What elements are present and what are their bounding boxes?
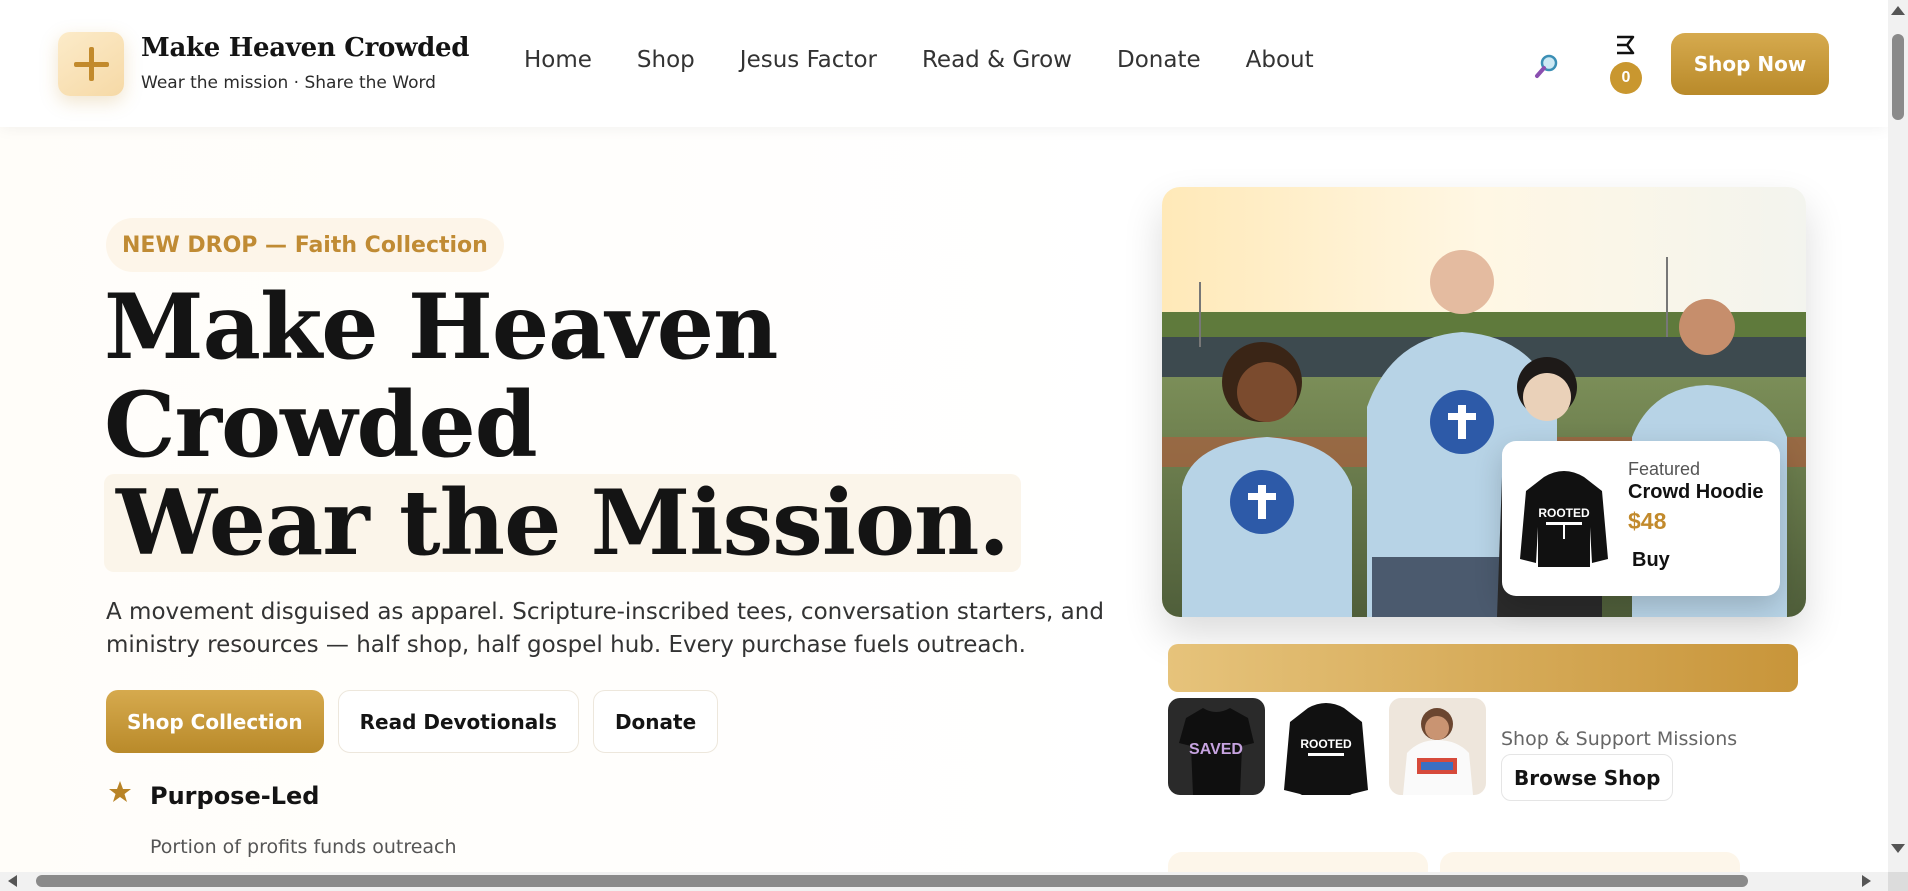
scrollbar-corner bbox=[1888, 872, 1908, 891]
product-thumb-saved[interactable]: SAVED bbox=[1168, 698, 1265, 795]
logo-cross-icon[interactable] bbox=[58, 32, 124, 96]
read-devotionals-button[interactable]: Read Devotionals bbox=[337, 690, 579, 753]
support-missions-label: Shop & Support Missions bbox=[1501, 728, 1738, 750]
hero-actions: Shop Collection Read Devotionals Donate bbox=[106, 690, 719, 753]
scroll-up-arrow-icon[interactable] bbox=[1891, 6, 1905, 15]
hero-title-line-1: Make Heaven bbox=[104, 274, 779, 380]
featured-product-card[interactable]: ROOTED Featured Crowd Hoodie $48 Buy bbox=[1502, 441, 1780, 596]
featured-product-price: $48 bbox=[1628, 508, 1667, 534]
hoodie-image: ROOTED bbox=[1520, 471, 1608, 567]
search-icon[interactable] bbox=[1533, 52, 1561, 80]
hoodie-print: ROOTED bbox=[1538, 506, 1590, 520]
scroll-right-arrow-icon[interactable] bbox=[1862, 875, 1871, 887]
feature-title: Purpose-Led bbox=[150, 782, 320, 810]
star-icon bbox=[109, 781, 131, 802]
scroll-left-arrow-icon[interactable] bbox=[8, 875, 17, 887]
nav-about[interactable]: About bbox=[1246, 47, 1314, 73]
brand-tagline: Wear the mission · Share the Word bbox=[141, 73, 436, 93]
hero-description: A movement disguised as apparel. Scriptu… bbox=[106, 596, 1106, 662]
site-header: Make Heaven Crowded Wear the mission · S… bbox=[0, 0, 1888, 127]
cart-count-badge: 0 bbox=[1610, 62, 1642, 94]
nav-read-grow[interactable]: Read & Grow bbox=[922, 47, 1072, 73]
horizontal-scroll-thumb[interactable] bbox=[36, 875, 1748, 887]
cart-icon bbox=[1617, 35, 1635, 55]
hero-description-line-1: A movement disguised as apparel. Scriptu… bbox=[106, 599, 1104, 625]
hero-description-line-2: ministry resources — half shop, half gos… bbox=[106, 632, 1026, 658]
product-thumb-woman-tee[interactable] bbox=[1389, 698, 1486, 795]
vertical-scroll-thumb[interactable] bbox=[1892, 34, 1904, 120]
horizontal-scrollbar[interactable] bbox=[0, 872, 1888, 891]
hero-title-highlight: Wear the Mission. bbox=[104, 474, 1021, 572]
woman-tee-image bbox=[1389, 698, 1486, 795]
product-thumb-rooted[interactable]: ROOTED bbox=[1278, 698, 1375, 795]
rooted-hoodie-print: ROOTED bbox=[1300, 737, 1352, 751]
cart-button[interactable]: 0 bbox=[1608, 34, 1648, 94]
hero-title: Make Heaven Crowded Wear the Mission. bbox=[104, 274, 1021, 572]
gold-banner bbox=[1168, 644, 1798, 692]
shop-now-button[interactable]: Shop Now bbox=[1671, 33, 1829, 95]
brand-name[interactable]: Make Heaven Crowded bbox=[141, 33, 469, 63]
vertical-scrollbar[interactable] bbox=[1888, 0, 1908, 891]
main-nav: Home Shop Jesus Factor Read & Grow Donat… bbox=[524, 47, 1359, 73]
rooted-hoodie-image: ROOTED bbox=[1278, 698, 1375, 795]
featured-product-name: Crowd Hoodie bbox=[1628, 481, 1764, 503]
nav-home[interactable]: Home bbox=[524, 47, 592, 73]
new-drop-pill: NEW DROP — Faith Collection bbox=[106, 218, 504, 272]
featured-label: Featured bbox=[1628, 459, 1701, 479]
scroll-down-arrow-icon[interactable] bbox=[1891, 844, 1905, 853]
saved-tee-image: SAVED bbox=[1168, 698, 1265, 795]
donate-button[interactable]: Donate bbox=[592, 690, 719, 753]
browse-shop-button[interactable]: Browse Shop bbox=[1501, 754, 1674, 801]
shop-collection-button[interactable]: Shop Collection bbox=[106, 690, 324, 753]
nav-shop[interactable]: Shop bbox=[637, 47, 695, 73]
nav-jesus-factor[interactable]: Jesus Factor bbox=[740, 47, 877, 73]
feature-description: Portion of profits funds outreach bbox=[150, 836, 457, 858]
featured-buy-button[interactable]: Buy bbox=[1632, 543, 1688, 577]
nav-donate[interactable]: Donate bbox=[1117, 47, 1201, 73]
hero-title-line-2: Crowded bbox=[104, 372, 538, 478]
saved-tee-print: SAVED bbox=[1189, 741, 1243, 758]
